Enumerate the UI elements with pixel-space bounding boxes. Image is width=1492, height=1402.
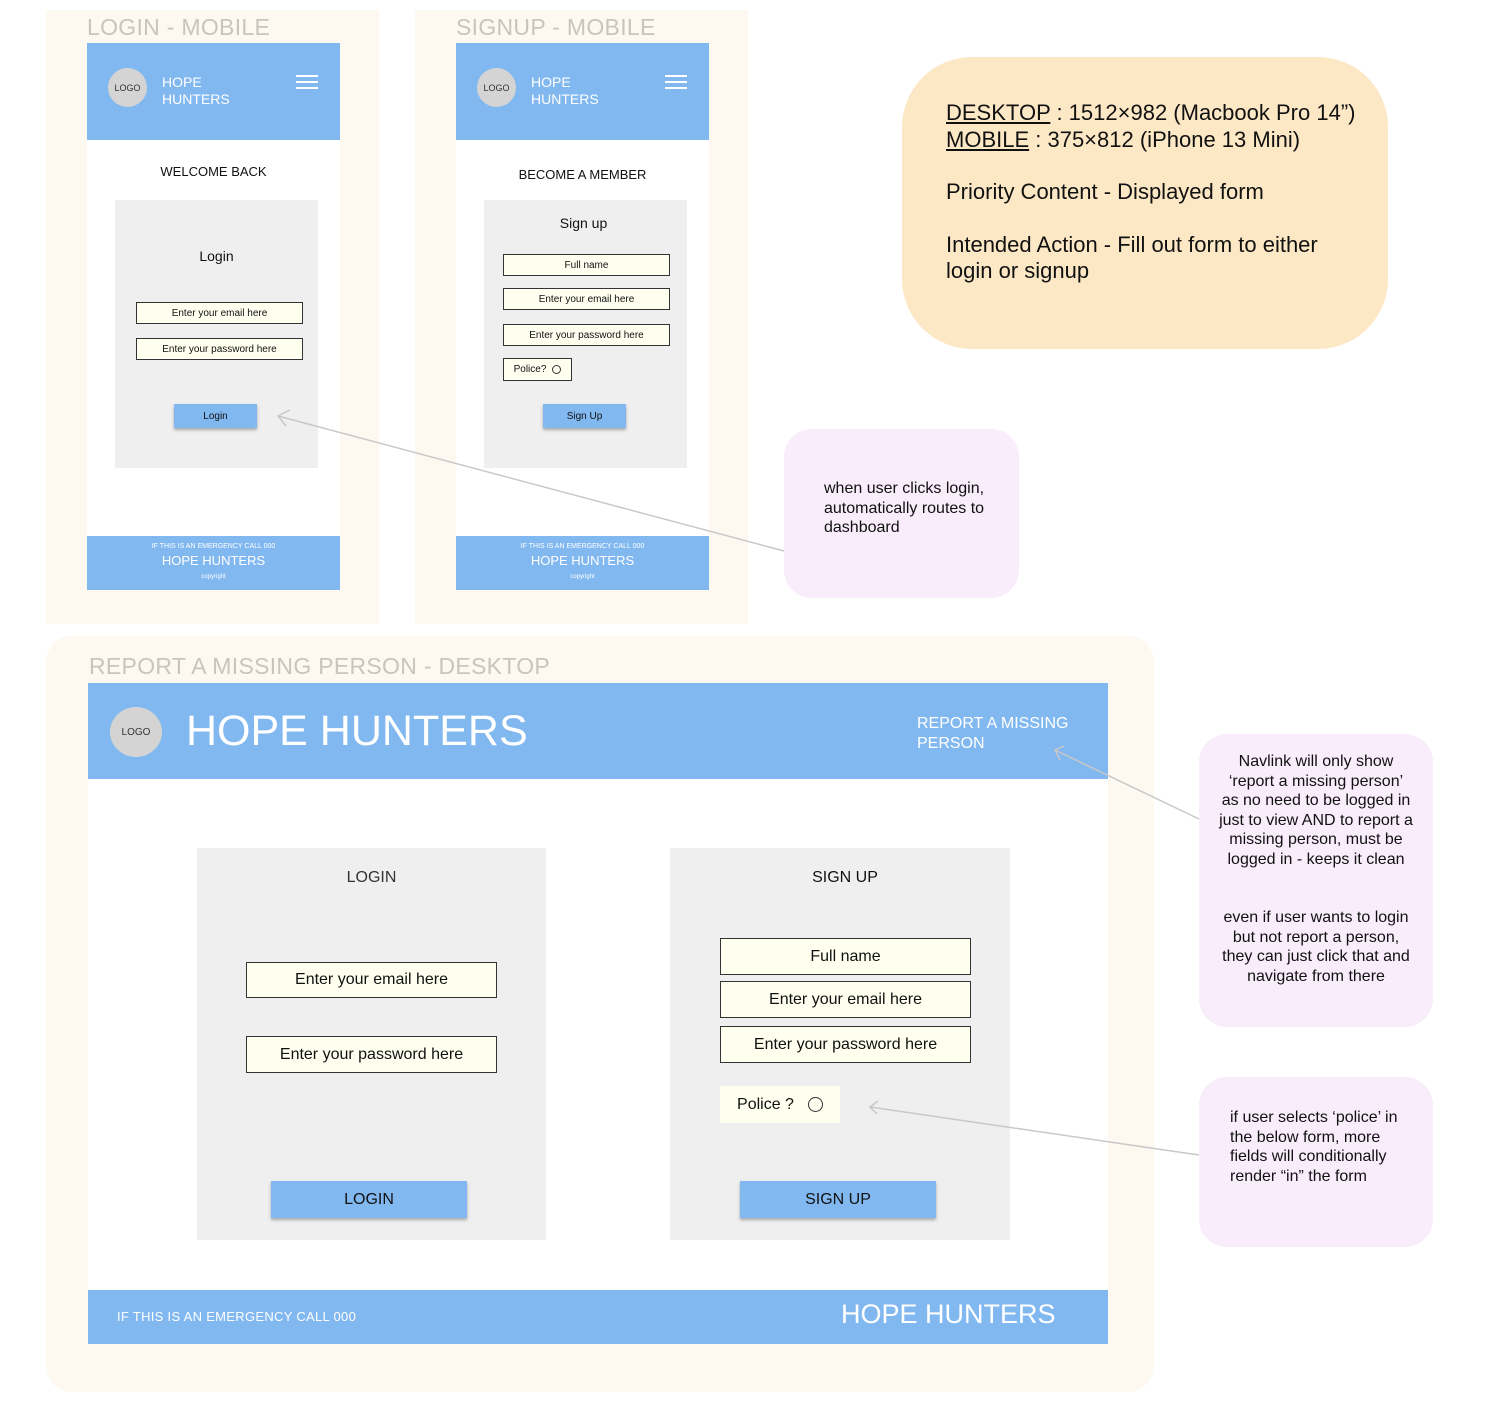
page-heading: WELCOME BACK bbox=[160, 164, 267, 179]
signup-mobile-frame-title: SIGNUP - MOBILE bbox=[456, 14, 656, 40]
page-heading: BECOME A MEMBER bbox=[518, 167, 647, 182]
police-label: Police? bbox=[513, 364, 547, 375]
signup-title: SIGN UP bbox=[812, 869, 878, 886]
copyright-text: copyright bbox=[570, 574, 595, 580]
brand-name: HOPE HUNTERS bbox=[162, 74, 230, 107]
card-title: Sign up bbox=[559, 215, 608, 231]
brand-name: HOPE HUNTERS bbox=[531, 74, 599, 107]
signup-mobile-screen: LOGO HOPE HUNTERS BECOME A MEMBER Sign u… bbox=[456, 43, 709, 590]
mobile-value: : 375×812 (iPhone 13 Mini) bbox=[1029, 126, 1301, 152]
police-checkbox[interactable]: Police ? bbox=[720, 1086, 840, 1123]
mobile-spec: MOBILE : 375×812 (iPhone 13 Mini) bbox=[946, 127, 1366, 154]
emergency-text: IF THIS IS AN EMERGENCY CALL 000 bbox=[117, 1309, 357, 1324]
password-field[interactable]: Enter your password here bbox=[246, 1036, 497, 1073]
login-button[interactable]: Login bbox=[174, 404, 257, 428]
footer-brand: HOPE HUNTERS bbox=[841, 1299, 1056, 1329]
navlink-note-text-1: Navlink will only show ‘report a missing… bbox=[1219, 753, 1413, 868]
radio-icon[interactable] bbox=[552, 365, 562, 374]
mobile-label: MOBILE bbox=[946, 126, 1030, 152]
hamburger-icon[interactable] bbox=[296, 75, 318, 89]
signup-button[interactable]: Sign Up bbox=[543, 404, 626, 428]
fullname-field[interactable]: Full name bbox=[720, 938, 971, 975]
login-mobile-frame-title: LOGIN - MOBILE bbox=[87, 14, 271, 40]
email-field[interactable]: Enter your email here bbox=[246, 962, 497, 998]
intended-action: Intended Action - Fill out form to eithe… bbox=[946, 231, 1318, 284]
footer-brand: HOPE HUNTERS bbox=[530, 553, 635, 568]
police-note-text: if user selects ‘police’ in the below fo… bbox=[1230, 1109, 1398, 1185]
emergency-text: IF THIS IS AN EMERGENCY CALL 000 bbox=[520, 543, 645, 550]
login-button[interactable]: LOGIN bbox=[271, 1181, 467, 1218]
mobile-header: LOGO HOPE HUNTERS bbox=[456, 43, 709, 140]
priority-content: Priority Content - Displayed form bbox=[946, 179, 1264, 204]
password-field[interactable]: Enter your password here bbox=[503, 324, 670, 346]
mobile-header: LOGO HOPE HUNTERS bbox=[87, 43, 340, 140]
signup-card: Sign up Full name Enter your email here … bbox=[484, 200, 687, 468]
footer-brand: HOPE HUNTERS bbox=[161, 553, 266, 568]
password-field[interactable]: Enter your password here bbox=[136, 338, 303, 360]
navlink-note-text-2: even if user wants to login but not repo… bbox=[1222, 909, 1410, 985]
login-route-note-text: when user clicks login, automatically ro… bbox=[824, 480, 985, 536]
brand-name: HOPE HUNTERS bbox=[186, 707, 528, 755]
login-title: LOGIN bbox=[346, 869, 397, 886]
desktop-value: : 1512×982 (Macbook Pro 14”) bbox=[1050, 100, 1356, 125]
emergency-text: IF THIS IS AN EMERGENCY CALL 000 bbox=[151, 543, 276, 550]
signup-button[interactable]: SIGN UP bbox=[740, 1181, 936, 1218]
police-checkbox[interactable]: Police? bbox=[503, 358, 572, 381]
desktop-footer: IF THIS IS AN EMERGENCY CALL 000 HOPE HU… bbox=[88, 1290, 1108, 1344]
hamburger-icon[interactable] bbox=[665, 75, 687, 89]
mobile-footer: IF THIS IS AN EMERGENCY CALL 000 HOPE HU… bbox=[456, 536, 709, 590]
radio-icon[interactable] bbox=[807, 1097, 823, 1112]
card-title: Login bbox=[199, 248, 234, 264]
fullname-field[interactable]: Full name bbox=[503, 254, 670, 276]
logo[interactable]: LOGO bbox=[108, 68, 147, 107]
email-field[interactable]: Enter your email here bbox=[503, 288, 670, 310]
desktop-frame-title: REPORT A MISSING PERSON - DESKTOP bbox=[89, 653, 551, 679]
desktop-header: LOGO HOPE HUNTERS REPORT A MISSING PERSO… bbox=[88, 683, 1108, 779]
logo[interactable]: LOGO bbox=[110, 707, 162, 757]
email-field[interactable]: Enter your email here bbox=[720, 981, 971, 1018]
email-field[interactable]: Enter your email here bbox=[136, 302, 303, 324]
logo[interactable]: LOGO bbox=[477, 68, 516, 107]
login-card: LOGIN Enter your email here Enter your p… bbox=[197, 848, 546, 1240]
mobile-footer: IF THIS IS AN EMERGENCY CALL 000 HOPE HU… bbox=[87, 536, 340, 590]
login-mobile-screen: LOGO HOPE HUNTERS WELCOME BACK Login Ent… bbox=[87, 43, 340, 590]
info-note-text: DESKTOP : 1512×982 (Macbook Pro 14”) MOB… bbox=[946, 100, 1366, 285]
login-card: Login Enter your email here Enter your p… bbox=[115, 200, 318, 468]
password-field[interactable]: Enter your password here bbox=[720, 1026, 971, 1063]
nav-link-report-missing-person[interactable]: REPORT A MISSING PERSON bbox=[917, 714, 1087, 753]
desktop-spec: DESKTOP : 1512×982 (Macbook Pro 14”) bbox=[946, 100, 1366, 127]
copyright-text: copyright bbox=[201, 574, 226, 580]
signup-card: SIGN UP Full name Enter your email here … bbox=[670, 848, 1010, 1240]
desktop-label: DESKTOP bbox=[946, 100, 1051, 125]
police-label: Police ? bbox=[737, 1095, 794, 1113]
